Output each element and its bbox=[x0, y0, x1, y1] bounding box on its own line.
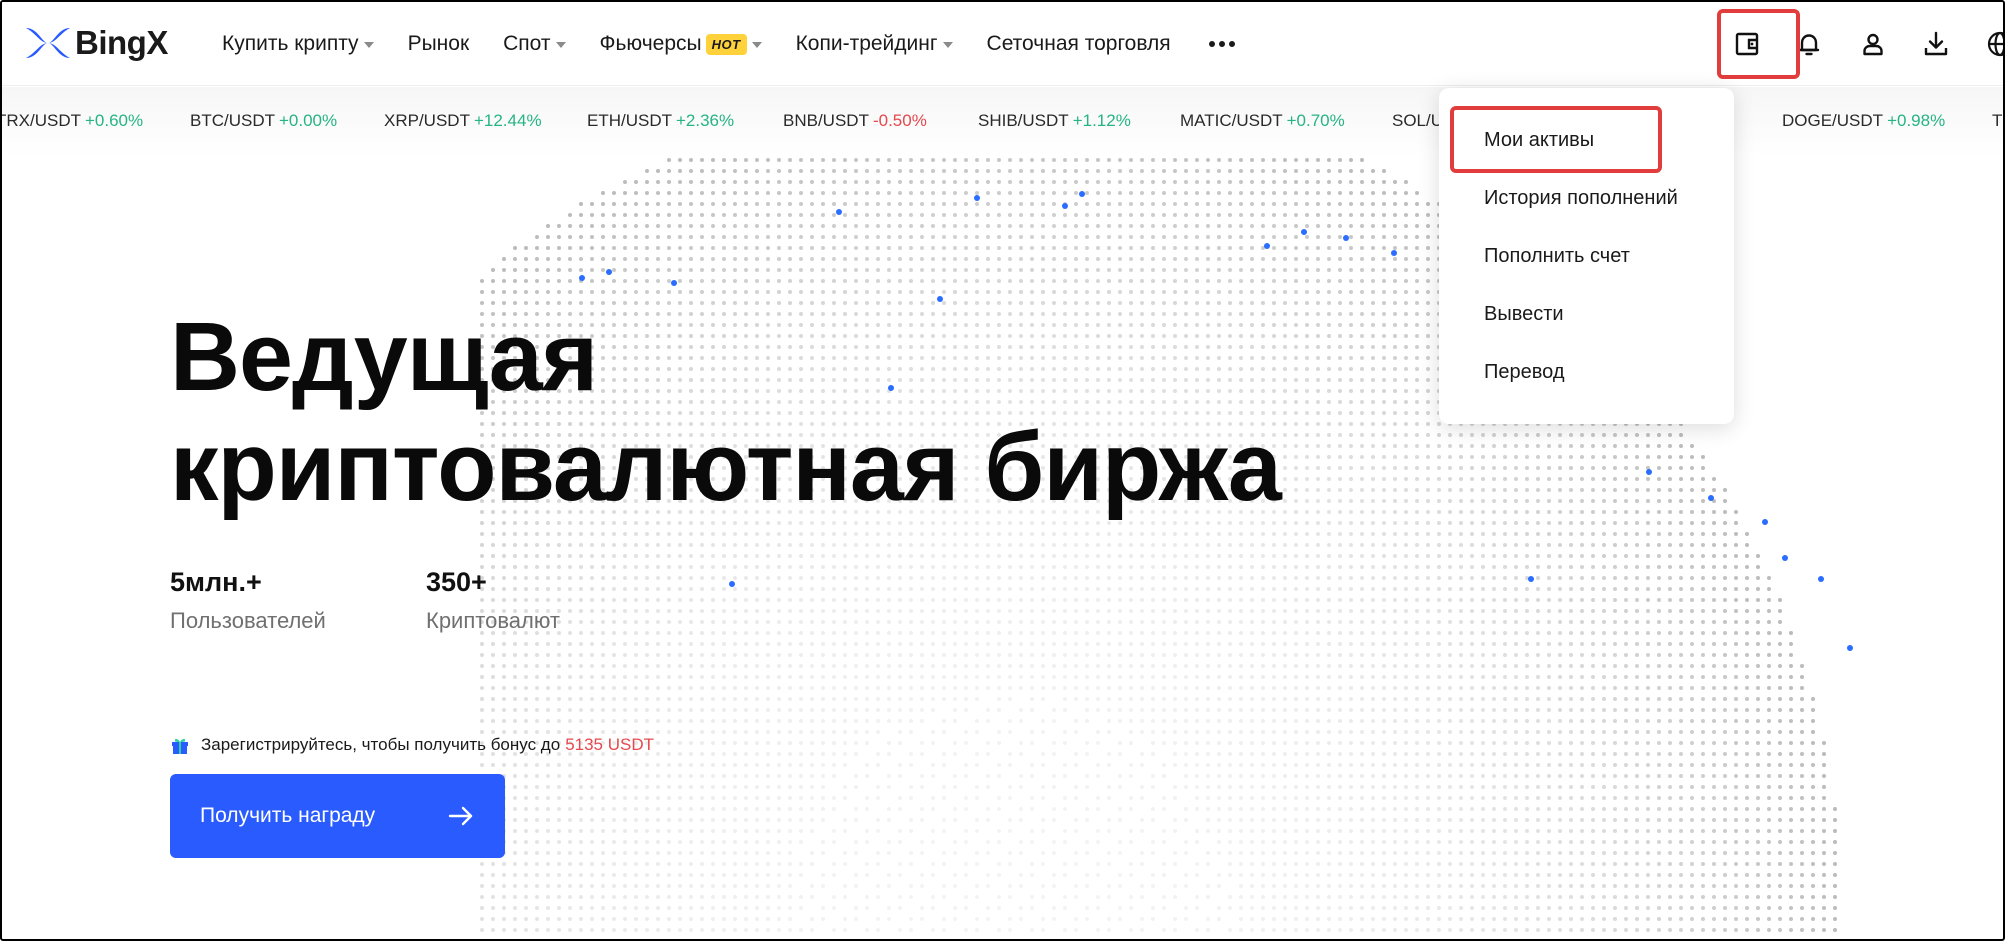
ticker-item[interactable]: BNB/USDT -0.50% bbox=[783, 111, 927, 131]
menu-item-deposit[interactable]: Пополнить счет bbox=[1484, 245, 1630, 268]
hero-section: Ведущая криптовалютная биржа bbox=[170, 302, 1282, 522]
bonus-amount: 5135 USDT bbox=[565, 735, 655, 754]
browser-frame: BingX Купить крипту Рынок Спот Фьючерсы H… bbox=[0, 0, 2005, 941]
nav-copy-trading[interactable]: Копи-трейдинг bbox=[796, 32, 953, 56]
user-icon bbox=[1863, 33, 1883, 56]
bingx-logo-icon bbox=[26, 28, 70, 58]
download-icon bbox=[1924, 31, 1948, 56]
main-nav: Купить крипту Рынок Спот Фьючерсы HOT Коп… bbox=[222, 2, 1239, 86]
hot-badge: HOT bbox=[705, 33, 747, 55]
nav-market[interactable]: Рынок bbox=[408, 32, 470, 56]
bonus-banner: Зарегистрируйтесь, чтобы получить бонус … bbox=[170, 735, 654, 755]
nav-buy-crypto-label: Купить крипту bbox=[222, 32, 359, 55]
account-button[interactable] bbox=[1852, 23, 1894, 65]
notifications-button[interactable] bbox=[1788, 23, 1830, 65]
stat-users: 5млн.+ Пользователей bbox=[170, 567, 368, 634]
ticker-item[interactable]: SHIB/USDT +1.12% bbox=[978, 111, 1131, 131]
more-horizontal-icon[interactable] bbox=[1208, 41, 1239, 47]
language-button[interactable] bbox=[1979, 23, 2003, 65]
wallet-icon bbox=[1735, 32, 1759, 56]
logo-text: BingX bbox=[75, 24, 168, 61]
caret-down-icon bbox=[363, 42, 374, 48]
ticker-item[interactable]: BTC/USDT +0.00% bbox=[190, 111, 337, 131]
get-reward-button[interactable]: Получить награду bbox=[170, 774, 505, 858]
ticker-item[interactable]: TI bbox=[1992, 111, 2003, 131]
nav-futures[interactable]: Фьючерсы HOT bbox=[600, 32, 762, 56]
nav-grid-trading-label: Сеточная торговля bbox=[986, 32, 1171, 55]
header: BingX Купить крипту Рынок Спот Фьючерсы H… bbox=[2, 2, 2003, 86]
caret-down-icon bbox=[555, 42, 566, 48]
hero-stats: 5млн.+ Пользователей 350+ Криптовалют bbox=[170, 567, 618, 634]
stat-users-value: 5млн.+ bbox=[170, 567, 262, 597]
hero-title-line-2: криптовалютная биржа bbox=[170, 412, 1282, 521]
menu-item-withdraw[interactable]: Вывести bbox=[1484, 303, 1564, 326]
stat-cryptos: 350+ Криптовалют bbox=[426, 567, 560, 634]
bell-icon bbox=[1798, 34, 1820, 56]
stat-cryptos-value: 350+ bbox=[426, 567, 487, 597]
hero-title-line-1: Ведущая bbox=[170, 302, 598, 411]
ticker-item[interactable]: MATIC/USDT +0.70% bbox=[1180, 111, 1345, 131]
bonus-text: Зарегистрируйтесь, чтобы получить бонус … bbox=[201, 735, 561, 754]
download-button[interactable] bbox=[1915, 23, 1957, 65]
caret-down-icon bbox=[751, 42, 762, 48]
gift-icon bbox=[172, 738, 188, 754]
caret-down-icon bbox=[942, 42, 953, 48]
menu-item-transfer[interactable]: Перевод bbox=[1484, 361, 1565, 384]
menu-item-my-assets[interactable]: Мои активы bbox=[1484, 129, 1594, 152]
nav-spot[interactable]: Спот bbox=[503, 32, 566, 56]
ticker-item[interactable]: XRP/USDT +12.44% bbox=[384, 111, 542, 131]
nav-buy-crypto[interactable]: Купить крипту bbox=[222, 32, 374, 56]
arrow-right-icon bbox=[448, 806, 473, 826]
wallet-dropdown-menu: Мои активы История пополнений Пополнить … bbox=[1439, 88, 1734, 424]
stat-users-label: Пользователей bbox=[170, 608, 326, 633]
logo[interactable]: BingX bbox=[24, 24, 168, 62]
nav-spot-label: Спот bbox=[503, 32, 551, 55]
menu-item-deposit-history[interactable]: История пополнений bbox=[1484, 187, 1678, 210]
globe-icon bbox=[1987, 31, 2003, 57]
wallet-button[interactable] bbox=[1726, 23, 1768, 65]
ticker-item[interactable]: DOGE/USDT +0.98% bbox=[1782, 111, 1945, 131]
nav-market-label: Рынок bbox=[407, 32, 470, 55]
ticker-item[interactable]: TRX/USDT +0.60% bbox=[2, 111, 143, 131]
stat-cryptos-label: Криптовалют bbox=[426, 608, 560, 633]
nav-copy-trading-label: Копи-трейдинг bbox=[795, 32, 938, 55]
get-reward-label: Получить награду bbox=[200, 804, 376, 827]
ticker-item[interactable]: ETH/USDT +2.36% bbox=[587, 111, 734, 131]
nav-grid-trading[interactable]: Сеточная торговля bbox=[987, 32, 1171, 56]
nav-futures-label: Фьючерсы bbox=[599, 32, 702, 55]
